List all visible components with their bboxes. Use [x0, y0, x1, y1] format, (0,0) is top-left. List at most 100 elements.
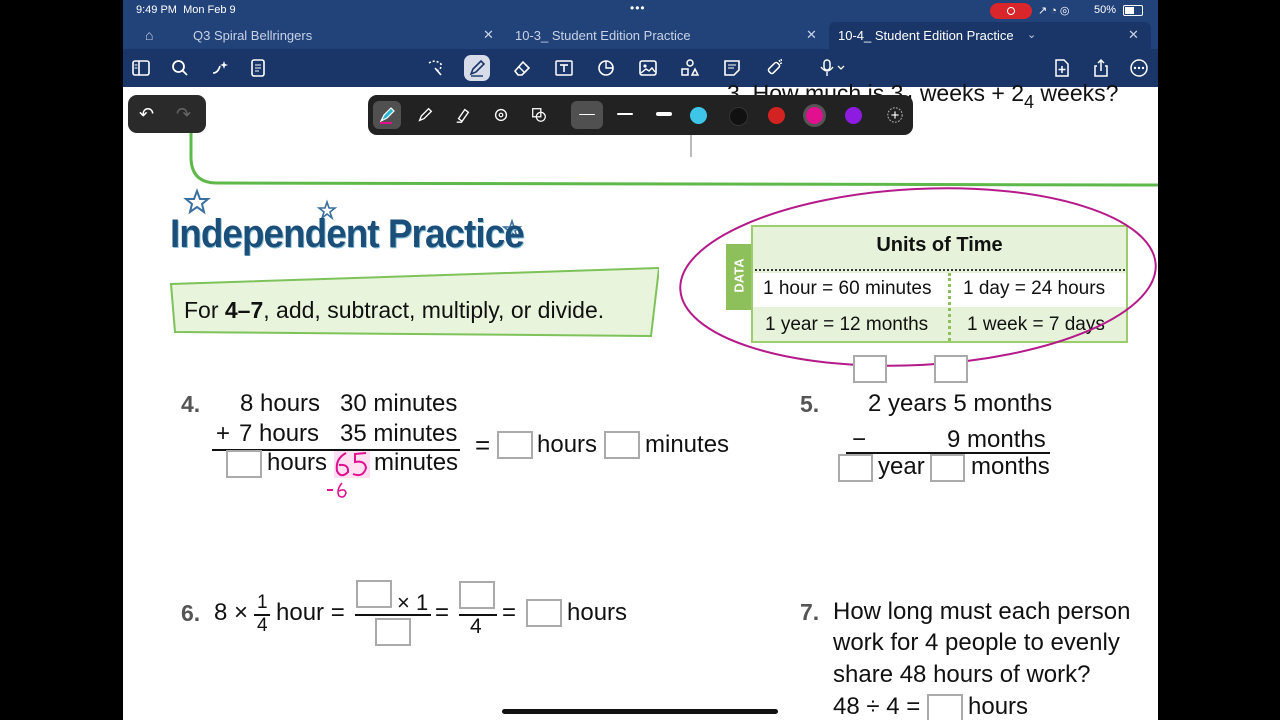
- q6-unit: hour =: [276, 599, 345, 626]
- close-tab-icon[interactable]: ✕: [483, 27, 494, 43]
- image-icon[interactable]: [635, 55, 661, 81]
- shape-tool-icon[interactable]: [487, 101, 515, 129]
- answer-box[interactable]: [497, 431, 533, 459]
- thick-stroke-option[interactable]: [650, 101, 678, 129]
- q5-months: months: [971, 453, 1050, 480]
- question-text: weeks + 2: [919, 80, 1025, 106]
- answer-box[interactable]: [934, 355, 968, 383]
- tab-10-3[interactable]: 10-3_ Student Edition Practice ✕: [505, 22, 827, 49]
- microphone-icon[interactable]: [813, 55, 851, 81]
- section-title: Independent Practice: [170, 212, 525, 256]
- answer-box[interactable]: [459, 581, 495, 609]
- highlighter-icon[interactable]: [449, 101, 477, 129]
- tab-q3-spiral[interactable]: Q3 Spiral Bellringers ✕: [183, 22, 503, 49]
- q6-equals: =: [435, 599, 450, 626]
- search-icon[interactable]: [167, 55, 193, 81]
- answer-box[interactable]: [226, 450, 262, 478]
- q7-equation: 48 ÷ 4 =: [833, 693, 921, 720]
- ai-sparkle-icon[interactable]: [207, 55, 233, 81]
- q5-year: year: [878, 453, 925, 480]
- table-cell: 1 day = 24 hours: [963, 278, 1106, 299]
- shapes-icon[interactable]: [593, 55, 619, 81]
- multitask-dots-icon[interactable]: •••: [630, 1, 646, 15]
- answer-box[interactable]: [927, 694, 963, 720]
- q6-answer-hours: hours: [567, 599, 628, 626]
- answer-box[interactable]: [838, 454, 873, 482]
- q6-equals-2: =: [502, 599, 517, 626]
- status-icons: ↗◔◎: [1038, 5, 1073, 17]
- more-icon[interactable]: [1126, 55, 1152, 81]
- chevron-down-icon[interactable]: ⌄: [1027, 28, 1036, 41]
- elements-icon[interactable]: [677, 55, 703, 81]
- units-of-time-table: Units of Time 1 hour = 60 minutes 1 day …: [751, 225, 1128, 343]
- screen-record-indicator-icon[interactable]: [990, 3, 1032, 19]
- q7-line-1: How long must each person: [833, 598, 1131, 625]
- redo-icon[interactable]: ↷: [176, 104, 191, 125]
- pen-icon[interactable]: [464, 55, 490, 81]
- share-icon[interactable]: [1088, 55, 1114, 81]
- laser-pointer-icon[interactable]: [761, 55, 787, 81]
- tab-label: 10-4_ Student Edition Practice: [838, 28, 1014, 43]
- table-row: 1 year = 12 months 1 week = 7 days: [753, 309, 1126, 343]
- medium-stroke-option[interactable]: [611, 101, 639, 129]
- sticky-note-icon[interactable]: [719, 55, 745, 81]
- add-color-icon[interactable]: [881, 101, 909, 129]
- q7-answer-hours: hours: [968, 693, 1029, 720]
- table-title: Units of Time: [876, 234, 1003, 256]
- thin-stroke-option[interactable]: [571, 101, 603, 129]
- home-icon[interactable]: ⌂: [145, 27, 153, 43]
- color-swatch-purple[interactable]: [845, 107, 862, 124]
- color-swatch-red[interactable]: [768, 107, 785, 124]
- tab-bar: ⌂ Q3 Spiral Bellringers ✕ 10-3_ Student …: [123, 22, 1158, 49]
- q6-denominator-2: 4: [470, 615, 482, 638]
- answer-box[interactable]: [526, 599, 562, 627]
- question-number: 4.: [181, 391, 201, 417]
- tab-label: 10-3_ Student Edition Practice: [515, 28, 691, 43]
- shape-recognition-icon[interactable]: [525, 101, 553, 129]
- question-number: 7.: [800, 599, 820, 625]
- answer-box[interactable]: [604, 431, 640, 459]
- ball-pen-icon[interactable]: [411, 101, 439, 129]
- eraser-icon[interactable]: [509, 55, 535, 81]
- worksheet-page[interactable]: 3. How much is 34 weeks + 24 weeks? ↶ ↷: [123, 80, 1158, 720]
- q4-answer-minutes: minutes: [645, 431, 730, 458]
- answer-box[interactable]: [853, 355, 887, 383]
- battery-percent: 50%: [1094, 4, 1117, 16]
- undo-icon[interactable]: ↶: [139, 104, 154, 125]
- tab-10-4[interactable]: 10-4_ Student Edition Practice ⌄ ✕: [829, 22, 1151, 49]
- close-tab-icon[interactable]: ✕: [1128, 27, 1139, 43]
- color-swatch-cyan[interactable]: [690, 107, 707, 124]
- notes-icon[interactable]: [245, 55, 271, 81]
- sidebar-icon[interactable]: [128, 55, 154, 81]
- table-cell: 1 week = 7 days: [967, 314, 1105, 335]
- question-number: 6.: [181, 600, 201, 626]
- table-row: 1 hour = 60 minutes 1 day = 24 hours: [753, 273, 1126, 307]
- fraction-denominator: 4: [1024, 92, 1035, 112]
- home-indicator[interactable]: [502, 709, 778, 714]
- answer-box[interactable]: [930, 454, 965, 482]
- close-tab-icon[interactable]: ✕: [806, 27, 817, 43]
- q6-fraction-numerator: 1: [257, 592, 268, 613]
- add-page-icon[interactable]: [1049, 55, 1075, 81]
- table-cell: 1 year = 12 months: [765, 314, 929, 335]
- data-tab-label: DATA: [726, 244, 752, 310]
- color-swatch-magenta-selected[interactable]: [806, 107, 823, 124]
- status-time: 9:49 PM Mon Feb 9: [136, 4, 236, 16]
- q4-plus-sign: +: [216, 420, 231, 447]
- q7-line-2: work for 4 people to evenly: [833, 629, 1120, 656]
- lasso-icon[interactable]: [422, 55, 448, 81]
- q4-answer-hours: hours: [537, 431, 598, 458]
- color-swatch-black[interactable]: [729, 107, 748, 126]
- fountain-pen-icon[interactable]: [373, 101, 401, 129]
- textbox-icon[interactable]: [551, 55, 577, 81]
- q4-minutes-2: 35 minutes: [340, 420, 458, 447]
- answer-box[interactable]: [356, 580, 392, 608]
- q6-lead: 8 ×: [214, 599, 249, 626]
- tab-label: Q3 Spiral Bellringers: [193, 28, 313, 43]
- q7-line-3: share 48 hours of work?: [833, 661, 1091, 688]
- q4-hours-2: 7 hours: [239, 420, 320, 447]
- q5-minus-sign: −: [852, 426, 867, 453]
- pen-toolbar: [368, 95, 913, 135]
- answer-box[interactable]: [375, 618, 411, 646]
- battery-icon: [1123, 5, 1143, 16]
